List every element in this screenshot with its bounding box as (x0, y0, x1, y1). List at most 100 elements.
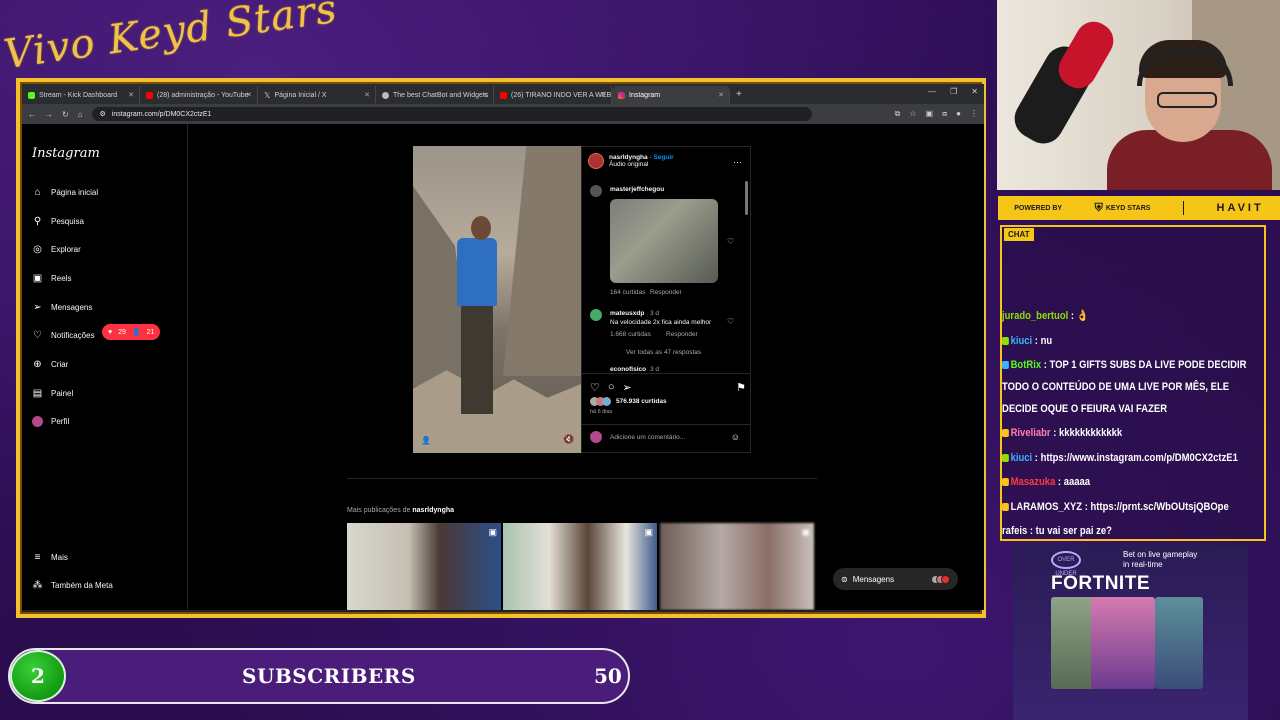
comment-input[interactable]: Adicione um comentário... (610, 434, 685, 441)
close-icon[interactable]: ✕ (600, 91, 606, 99)
tab-botrix[interactable]: The best ChatBot and Widgets ✕ (376, 86, 494, 104)
nav-more[interactable]: ≡ Mais (32, 552, 68, 563)
maximize-icon[interactable]: ❐ (950, 87, 957, 96)
install-icon[interactable]: ⧉ (895, 109, 901, 119)
reels-icon: ▣ (488, 527, 497, 537)
profile-icon[interactable]: ● (956, 109, 961, 119)
close-icon[interactable]: ✕ (246, 91, 252, 99)
avatar (590, 431, 602, 443)
instagram-page: Instagram ⌂ Página inicial ⚲ Pesquisa ◎ Exp… (22, 124, 984, 610)
nav-search[interactable]: ⚲ Pesquisa (32, 216, 84, 227)
nav-profile[interactable]: Perfil (32, 416, 69, 427)
url-input[interactable]: ⚙ instagram.com/p/DM0CX2ctzE1 (91, 107, 812, 121)
close-icon[interactable]: ✕ (128, 91, 134, 99)
chat-message: Riveliabr : kkkkkkkkkkkk (1002, 422, 1227, 444)
chat-message: kiuci : https://www.instagram.com/p/DM0C… (1002, 447, 1238, 469)
nav-meta[interactable]: ⁂ Também da Meta (32, 580, 113, 591)
close-icon[interactable]: ✕ (718, 91, 724, 99)
audio-icon[interactable]: 🔇 (563, 434, 574, 445)
chat-message: kiuci : nu (1002, 330, 1227, 352)
home-icon[interactable]: ⌂ (78, 110, 83, 119)
nav-explore[interactable]: ◎ Explorar (32, 244, 81, 255)
forward-icon[interactable]: → (45, 110, 53, 119)
messenger-icon: ⊜ (841, 574, 848, 584)
reply-button[interactable]: Responder (666, 331, 698, 338)
youtube-icon (146, 91, 153, 99)
over-under-logo: OVER UNDER (1051, 551, 1081, 577)
more-post-thumbnail[interactable]: ▣ (660, 523, 814, 610)
ad-screenshot (1155, 597, 1203, 689)
comments-scrollbar[interactable] (745, 181, 748, 215)
emoji-icon[interactable]: ☺ (731, 432, 740, 442)
person-icon: 👤 (131, 329, 141, 336)
comment-username[interactable]: mateusxdp (610, 310, 644, 317)
tab-kick[interactable]: Stream - Kick Dashboard ✕ (22, 86, 140, 104)
user-tag-icon[interactable]: 👤 (421, 436, 431, 445)
plus-icon: ⊕ (33, 359, 42, 370)
tab-instagram[interactable]: Instagram ✕ (612, 86, 730, 104)
new-tab-button[interactable]: + (736, 89, 742, 100)
extensions-icon[interactable]: ⧈ (942, 109, 947, 119)
nav-create[interactable]: ⊕ Criar (32, 359, 68, 370)
notification-badge[interactable]: ♥ 29 👤 21 (102, 324, 161, 340)
sidebar-icon[interactable]: ▣ (926, 109, 934, 119)
messages-button[interactable]: ⊜ Mensagens (833, 568, 958, 590)
reply-button[interactable]: Responder (650, 289, 682, 296)
badge-icon (1002, 478, 1009, 487)
comment-username[interactable]: econofisico (610, 366, 646, 373)
youtube-icon (500, 91, 507, 99)
avatar[interactable] (590, 309, 602, 321)
bookmark-icon[interactable]: ⚑ (736, 381, 746, 394)
webcam-feed (997, 0, 1280, 190)
subscriber-count: 2 (10, 650, 66, 702)
back-icon[interactable]: ← (28, 110, 36, 119)
avatar (941, 574, 950, 584)
post-panel: nasrldyngha · Seguir Áudio original ⋯ ma… (581, 146, 751, 453)
comment-username[interactable]: masterjeffchegou (610, 186, 664, 193)
ad-title: FORTNITE (1051, 573, 1150, 594)
heart-icon[interactable]: ♡ (727, 237, 734, 246)
comment-gif (610, 199, 718, 283)
chat-message: Masazuka : aaaaa (1002, 471, 1227, 493)
close-icon[interactable]: ✕ (364, 91, 370, 99)
meta-icon: ⁂ (32, 580, 43, 591)
audio-label[interactable]: Áudio original (609, 161, 674, 168)
tab-youtube-2[interactable]: (26) TIRANO INDO VER A WEB ✕ (494, 86, 612, 104)
nav-notifications[interactable]: ♡ Notificações (32, 330, 95, 341)
avatar[interactable] (588, 153, 604, 169)
follow-button[interactable]: Seguir (653, 154, 673, 161)
site-info-icon[interactable]: ⚙ (100, 110, 106, 118)
tab-x[interactable]: 𝕏 Página Inicial / X ✕ (258, 86, 376, 104)
search-icon: ⚲ (33, 216, 42, 227)
like-heart-icon[interactable]: ♡ (590, 381, 600, 394)
comment-icon[interactable]: ○ (608, 381, 615, 394)
instagram-logo[interactable]: Instagram (32, 146, 100, 161)
heart-icon[interactable]: ♡ (727, 317, 734, 326)
view-replies-link[interactable]: Ver todas as 47 respostas (626, 349, 701, 356)
share-icon[interactable]: ➢ (623, 381, 632, 394)
chat-message: LARAMOS_XYZ : https://prnt.sc/WbOUtsjQBO… (1002, 496, 1229, 518)
more-post-thumbnail[interactable]: ▣ (347, 523, 501, 610)
tab-youtube[interactable]: (28) administração - YouTube ✕ (140, 86, 258, 104)
bookmark-star-icon[interactable]: ☆ (909, 109, 916, 119)
nav-dashboard[interactable]: ▤ Painel (32, 388, 73, 399)
reload-icon[interactable]: ↻ (62, 110, 69, 119)
post-photo[interactable]: 👤 🔇 (413, 146, 581, 453)
badge-icon (1002, 337, 1009, 346)
likes-count[interactable]: 576.938 curtidas (616, 398, 667, 405)
more-options-icon[interactable]: ⋯ (733, 157, 742, 168)
subscriber-goal-bar: 2 SUBSCRIBERS 50 (8, 648, 630, 704)
subscriber-goal: 50 (594, 664, 622, 688)
nav-reels[interactable]: ▣ Reels (32, 273, 72, 284)
minimize-icon[interactable]: — (928, 87, 936, 96)
avatar[interactable] (590, 185, 602, 197)
post-username[interactable]: nasrldyngha (609, 154, 648, 161)
close-icon[interactable]: ✕ (482, 91, 488, 99)
chat-message: rafeis : tu vai ser pai ze? (1002, 525, 1112, 537)
nav-home[interactable]: ⌂ Página inicial (32, 187, 98, 198)
nav-messages[interactable]: ➢ Mensagens (32, 302, 92, 313)
sponsor-ad: OVER UNDER Bet on live gameplay in real-t… (1013, 545, 1248, 720)
window-close-icon[interactable]: ✕ (971, 87, 978, 96)
menu-dots-icon[interactable]: ⋮ (970, 109, 978, 119)
more-post-thumbnail[interactable]: ▣ (503, 523, 657, 610)
